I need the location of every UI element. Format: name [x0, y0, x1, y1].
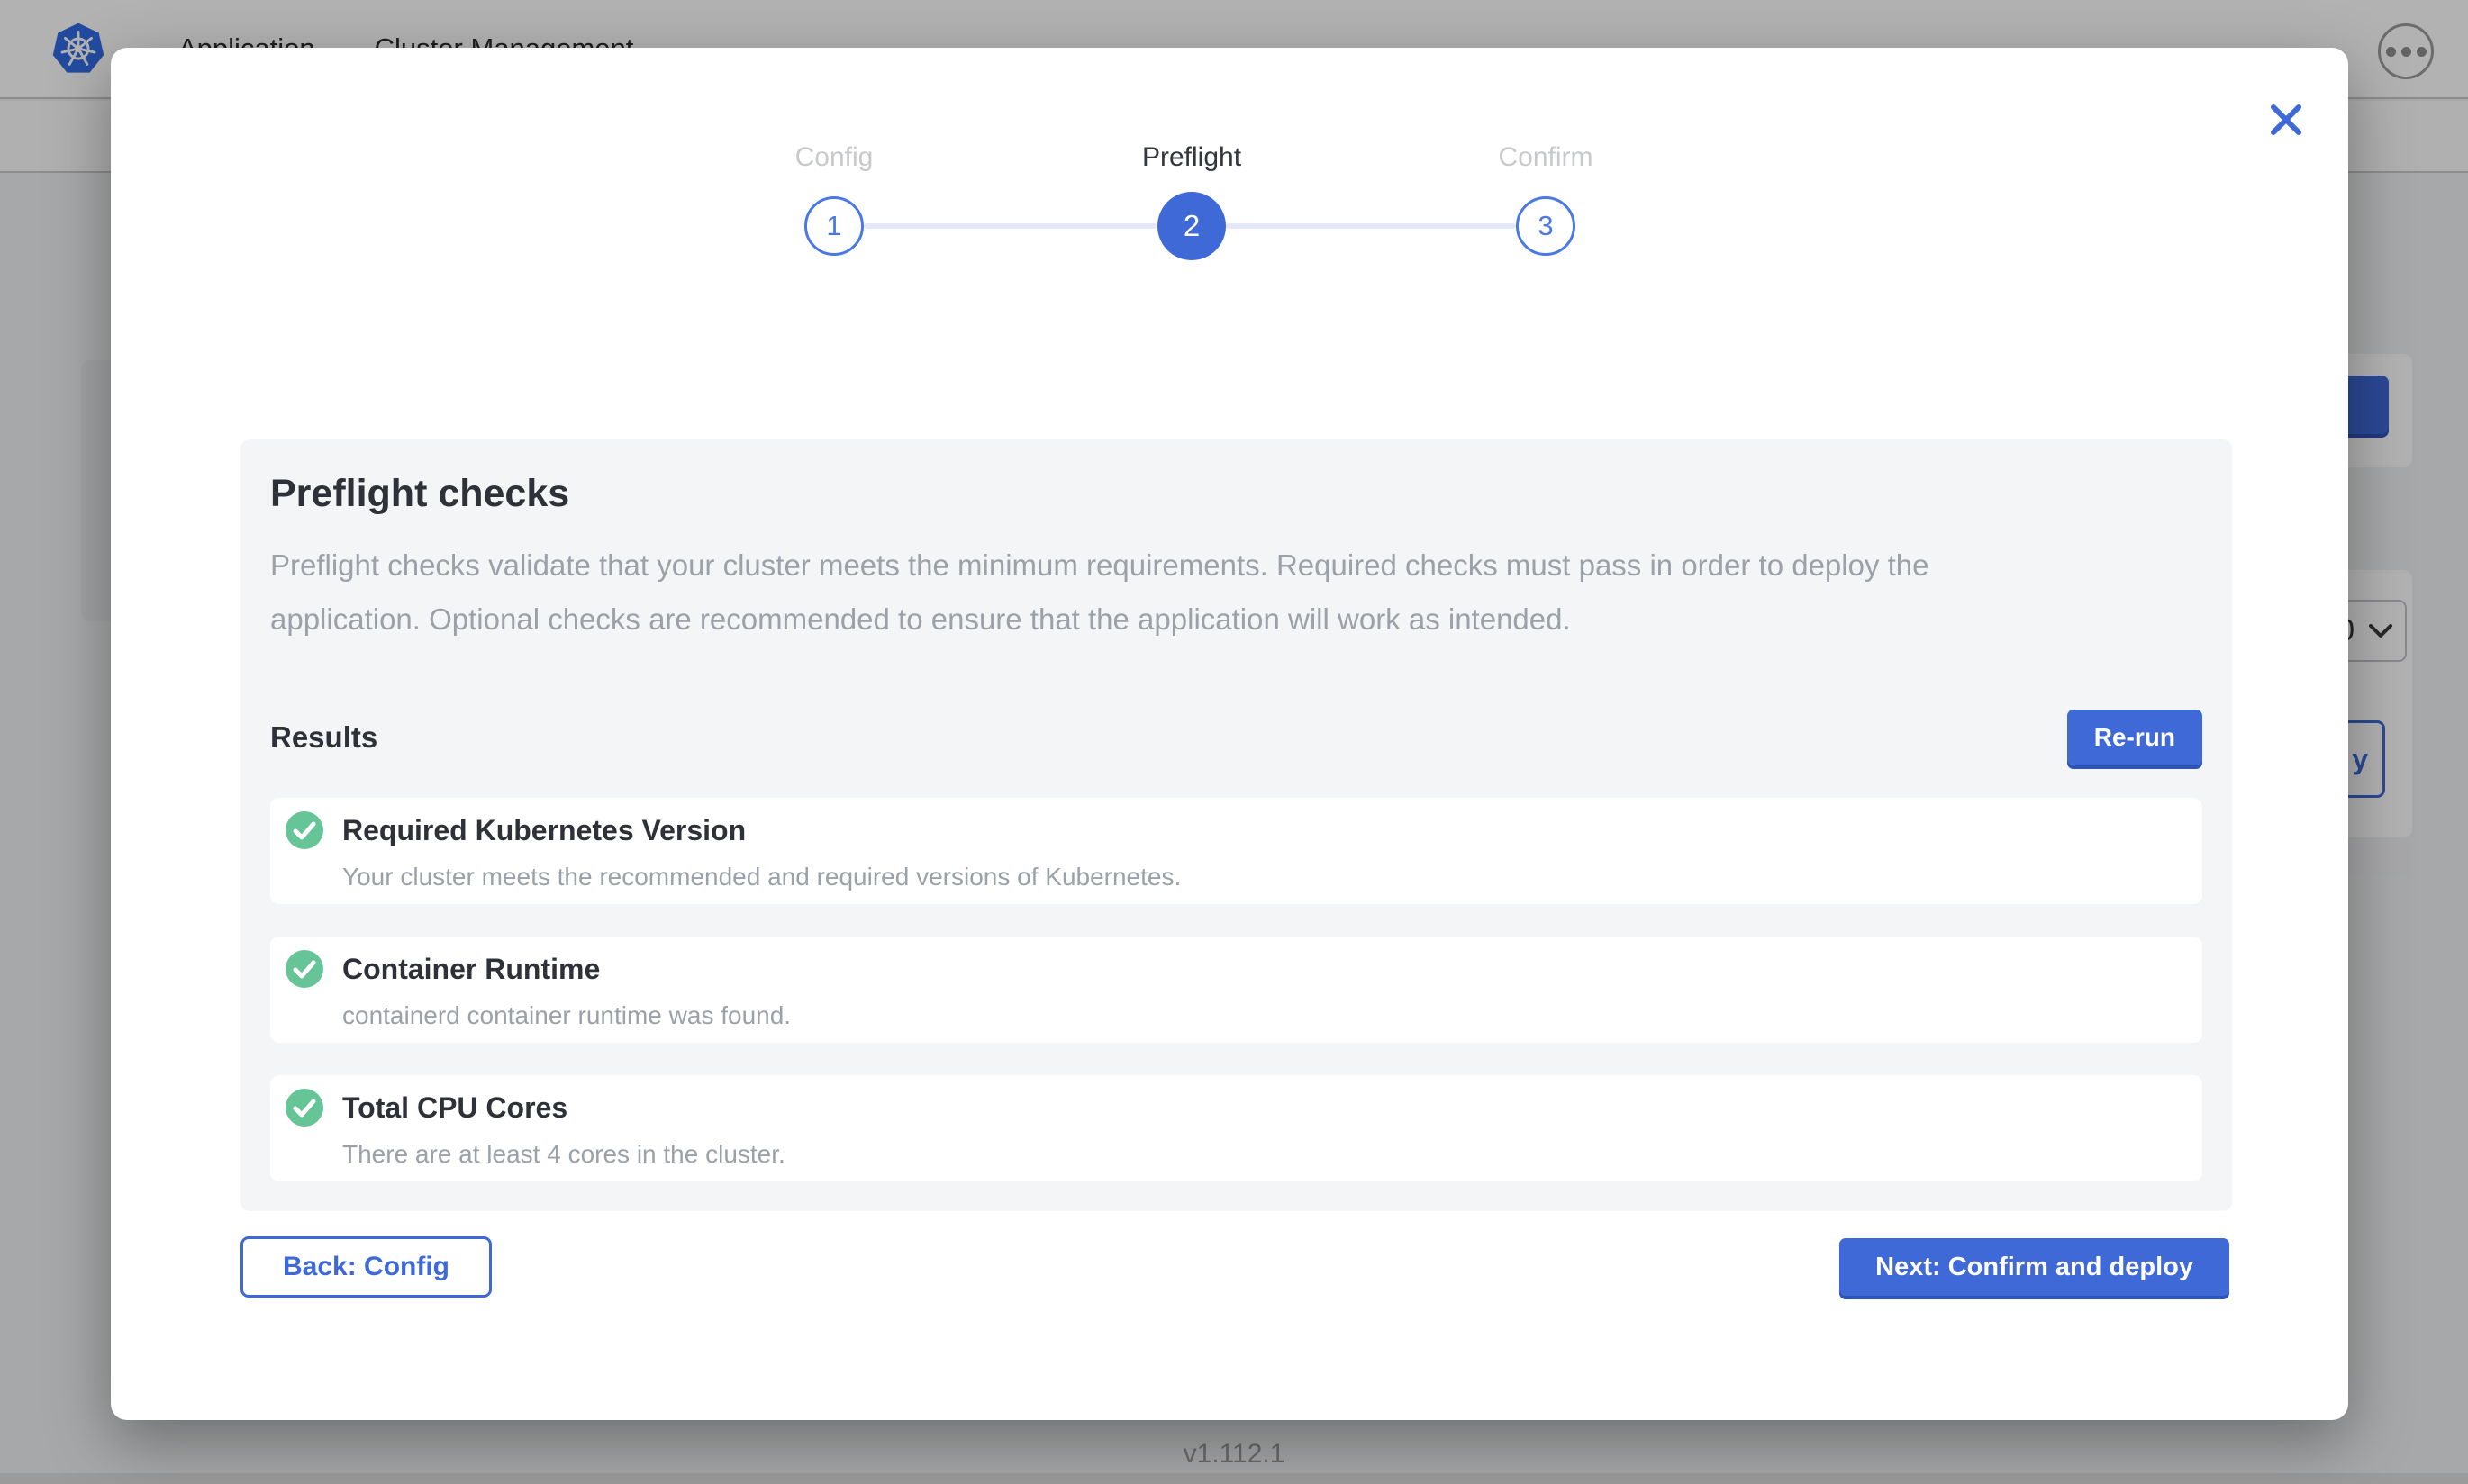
step-circle-2[interactable]: 2 [1157, 192, 1226, 260]
description-line: Preflight checks validate that your clus… [270, 538, 2202, 593]
check-result-card: Container Runtime containerd container r… [270, 937, 2202, 1043]
step-circle-3[interactable]: 3 [1516, 196, 1575, 256]
check-pass-icon [286, 811, 323, 849]
step-label-config: Config [795, 142, 874, 173]
step-number: 3 [1538, 210, 1553, 242]
check-result-card: Total CPU Cores There are at least 4 cor… [270, 1075, 2202, 1181]
step-number: 2 [1184, 209, 1200, 243]
step-label-preflight: Preflight [1142, 142, 1241, 173]
next-button[interactable]: Next: Confirm and deploy [1839, 1238, 2229, 1296]
check-pass-icon [286, 950, 323, 988]
check-pass-icon [286, 1089, 323, 1127]
preflight-modal: Config Preflight Confirm 1 2 3 Preflight… [111, 48, 2348, 1420]
step-number: 1 [826, 210, 841, 242]
description-line: application. Optional checks are recomme… [270, 593, 2202, 647]
check-title: Required Kubernetes Version [342, 811, 2184, 849]
results-heading: Results [270, 720, 377, 755]
step-connector [864, 223, 1157, 229]
step-connector [1226, 223, 1516, 229]
check-result-card: Required Kubernetes Version Your cluster… [270, 798, 2202, 904]
check-description: Your cluster meets the recommended and r… [342, 862, 2184, 892]
back-button[interactable]: Back: Config [240, 1236, 492, 1298]
step-circle-1[interactable]: 1 [804, 196, 864, 256]
preflight-description: Preflight checks validate that your clus… [270, 538, 2202, 647]
preflight-panel: Preflight checks Preflight checks valida… [240, 439, 2232, 1211]
step-label-confirm: Confirm [1498, 142, 1592, 173]
check-description: containerd container runtime was found. [342, 1000, 2184, 1031]
close-icon[interactable] [2268, 102, 2304, 138]
results-header-row: Results Re-run [270, 710, 2202, 765]
check-description: There are at least 4 cores in the cluste… [342, 1139, 2184, 1170]
page-title: Preflight checks [270, 470, 2202, 517]
check-title: Container Runtime [342, 950, 2184, 988]
rerun-button[interactable]: Re-run [2067, 710, 2202, 765]
check-title: Total CPU Cores [342, 1089, 2184, 1127]
